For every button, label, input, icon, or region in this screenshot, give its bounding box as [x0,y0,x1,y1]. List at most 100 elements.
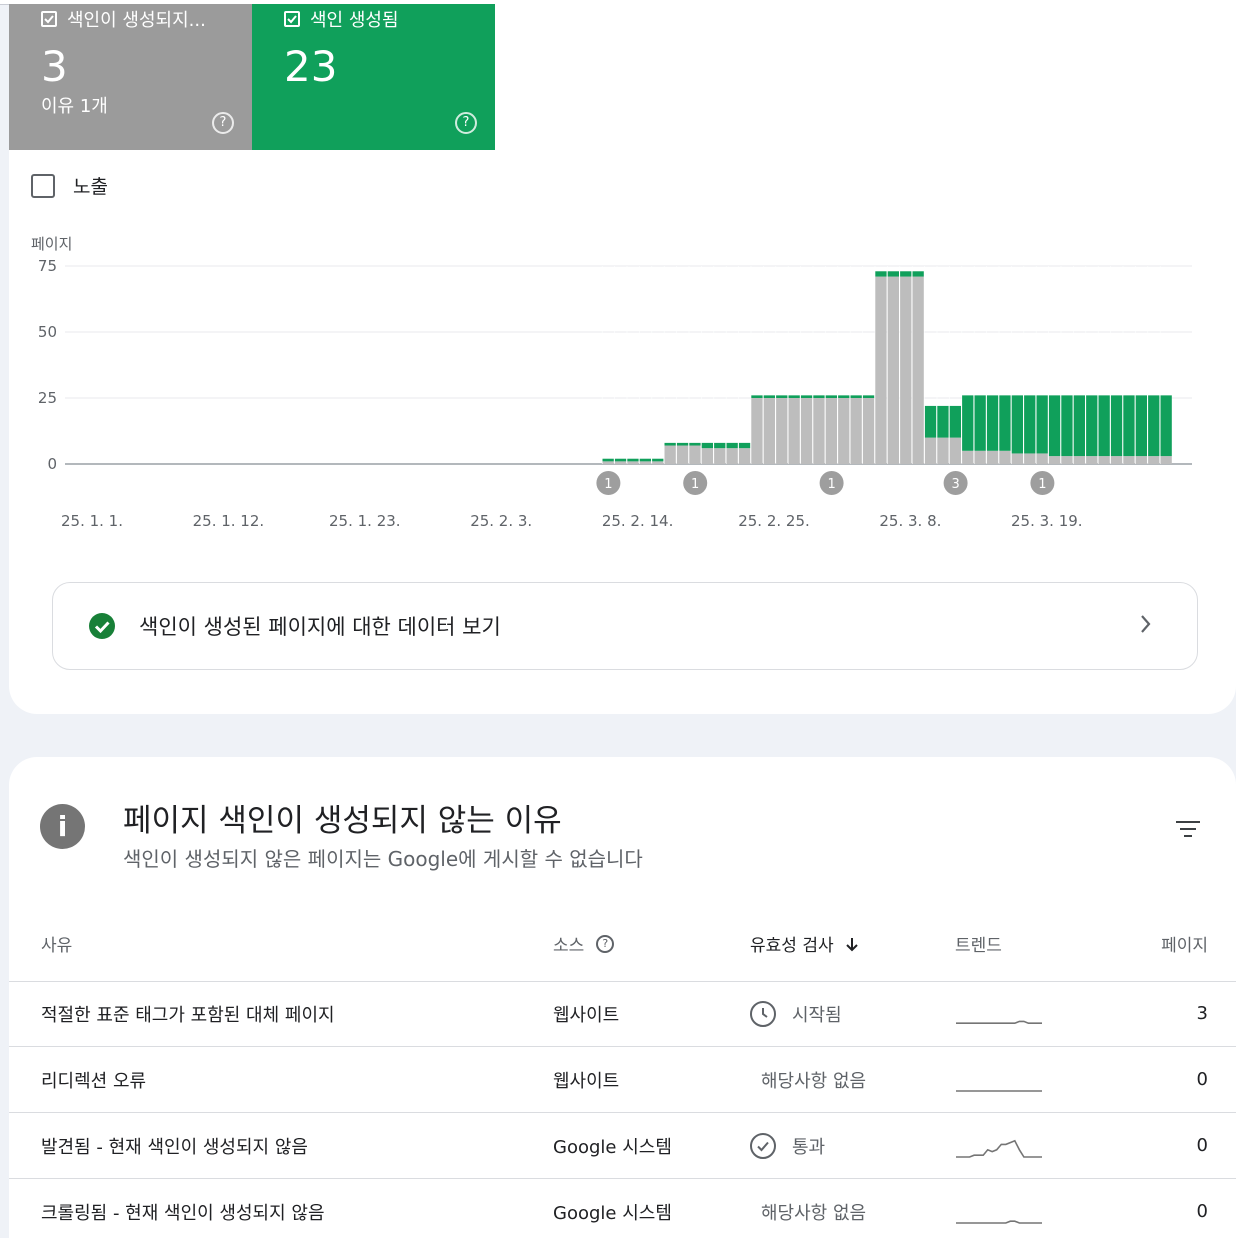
bar-indexed[interactable] [961,395,974,451]
bar-indexed[interactable] [689,442,701,446]
bar-indexed[interactable] [775,395,788,398]
bar-not-indexed[interactable] [664,445,676,464]
bar-not-indexed[interactable] [726,448,738,464]
checkbox-icon[interactable] [284,11,300,27]
bar-not-indexed[interactable] [788,398,800,464]
bar-indexed[interactable] [1011,395,1023,454]
bar-not-indexed[interactable] [1036,453,1048,464]
bar-indexed[interactable] [1098,395,1110,457]
bar-not-indexed[interactable] [974,450,986,464]
indexed-tile[interactable]: 색인 생성됨 23 ? [252,4,495,150]
bar-not-indexed[interactable] [924,437,937,464]
bar-indexed[interactable] [1123,395,1135,457]
bar-indexed[interactable] [676,442,689,446]
col-source[interactable]: 소스 ? [553,931,615,956]
bar-not-indexed[interactable] [813,398,825,464]
bar-indexed[interactable] [651,458,664,462]
bar-indexed[interactable] [850,395,862,398]
table-row[interactable]: 리디렉션 오류 웹사이트 해당사항 없음 0 [9,1047,1236,1113]
bar-indexed[interactable] [899,271,912,277]
chevron-right-icon[interactable] [1139,613,1153,641]
bar-indexed[interactable] [1147,395,1160,457]
bar-not-indexed[interactable] [614,461,627,464]
help-icon[interactable]: ? [212,112,234,134]
table-row[interactable]: 크롤링됨 - 현재 색인이 생성되지 않음 Google 시스템 해당사항 없음 0 [9,1179,1236,1238]
not-indexed-tile[interactable]: 색인이 생성되지... 3 이유 1개 ? [9,4,252,150]
bar-not-indexed[interactable] [937,437,949,464]
col-reason[interactable]: 사유 [41,931,72,956]
bar-not-indexed[interactable] [651,461,664,464]
bar-indexed[interactable] [763,395,775,398]
checkbox-icon[interactable] [31,173,55,198]
bar-indexed[interactable] [825,395,837,398]
bar-indexed[interactable] [1023,395,1036,454]
bar-not-indexed[interactable] [1085,456,1098,464]
view-indexed-pages-row[interactable]: 색인이 생성된 페이지에 대한 데이터 보기 [52,582,1198,670]
bar-not-indexed[interactable] [961,450,974,464]
bar-not-indexed[interactable] [738,448,751,464]
bar-indexed[interactable] [937,405,949,438]
bar-indexed[interactable] [1036,395,1048,454]
impressions-toggle[interactable]: 노출 [31,172,108,199]
bar-indexed[interactable] [713,442,726,449]
bar-indexed[interactable] [837,395,850,398]
bar-not-indexed[interactable] [887,276,899,464]
bar-indexed[interactable] [912,271,924,277]
bar-indexed[interactable] [664,442,676,446]
bar-indexed[interactable] [614,458,627,462]
bar-not-indexed[interactable] [899,276,912,464]
bar-not-indexed[interactable] [751,398,763,464]
col-trend[interactable]: 트렌드 [955,931,1002,956]
table-row[interactable]: 발견됨 - 현재 색인이 생성되지 않음 Google 시스템 통과 0 [9,1113,1236,1179]
bar-indexed[interactable] [887,271,899,277]
bar-indexed[interactable] [875,271,887,277]
bar-not-indexed[interactable] [875,276,887,464]
bar-not-indexed[interactable] [1110,456,1123,464]
bar-not-indexed[interactable] [1011,453,1023,464]
bar-not-indexed[interactable] [912,276,924,464]
bar-indexed[interactable] [627,458,639,462]
bar-indexed[interactable] [1135,395,1147,457]
bar-indexed[interactable] [751,395,763,398]
bar-indexed[interactable] [701,442,713,449]
bar-indexed[interactable] [1110,395,1123,457]
bar-not-indexed[interactable] [1061,456,1073,464]
bar-indexed[interactable] [999,395,1011,451]
bar-indexed[interactable] [862,395,875,398]
bar-not-indexed[interactable] [1098,456,1110,464]
bar-indexed[interactable] [1160,395,1172,457]
col-validation[interactable]: 유효성 검사 [750,931,860,956]
bar-not-indexed[interactable] [1135,456,1147,464]
bar-not-indexed[interactable] [701,448,713,464]
bar-not-indexed[interactable] [999,450,1011,464]
help-icon[interactable]: ? [455,112,477,134]
bar-indexed[interactable] [1073,395,1085,457]
bar-indexed[interactable] [1085,395,1098,457]
bar-indexed[interactable] [1048,395,1061,457]
bar-not-indexed[interactable] [850,398,862,464]
bar-not-indexed[interactable] [763,398,775,464]
bar-indexed[interactable] [800,395,813,398]
bar-indexed[interactable] [1061,395,1073,457]
bar-not-indexed[interactable] [713,448,726,464]
bar-not-indexed[interactable] [1048,456,1061,464]
bar-not-indexed[interactable] [1147,456,1160,464]
bar-indexed[interactable] [974,395,986,451]
filter-icon[interactable] [1176,821,1200,842]
bar-indexed[interactable] [924,405,937,438]
bar-not-indexed[interactable] [775,398,788,464]
bar-not-indexed[interactable] [949,437,961,464]
bar-indexed[interactable] [788,395,800,398]
bar-not-indexed[interactable] [602,461,614,464]
bar-not-indexed[interactable] [639,461,651,464]
bar-indexed[interactable] [726,442,738,449]
bar-not-indexed[interactable] [676,445,689,464]
bar-not-indexed[interactable] [627,461,639,464]
bar-not-indexed[interactable] [825,398,837,464]
checkbox-icon[interactable] [41,11,57,27]
bar-not-indexed[interactable] [689,445,701,464]
col-pages[interactable]: 페이지 [1161,931,1208,956]
bar-not-indexed[interactable] [837,398,850,464]
bar-indexed[interactable] [813,395,825,398]
help-icon[interactable]: ? [596,934,615,953]
